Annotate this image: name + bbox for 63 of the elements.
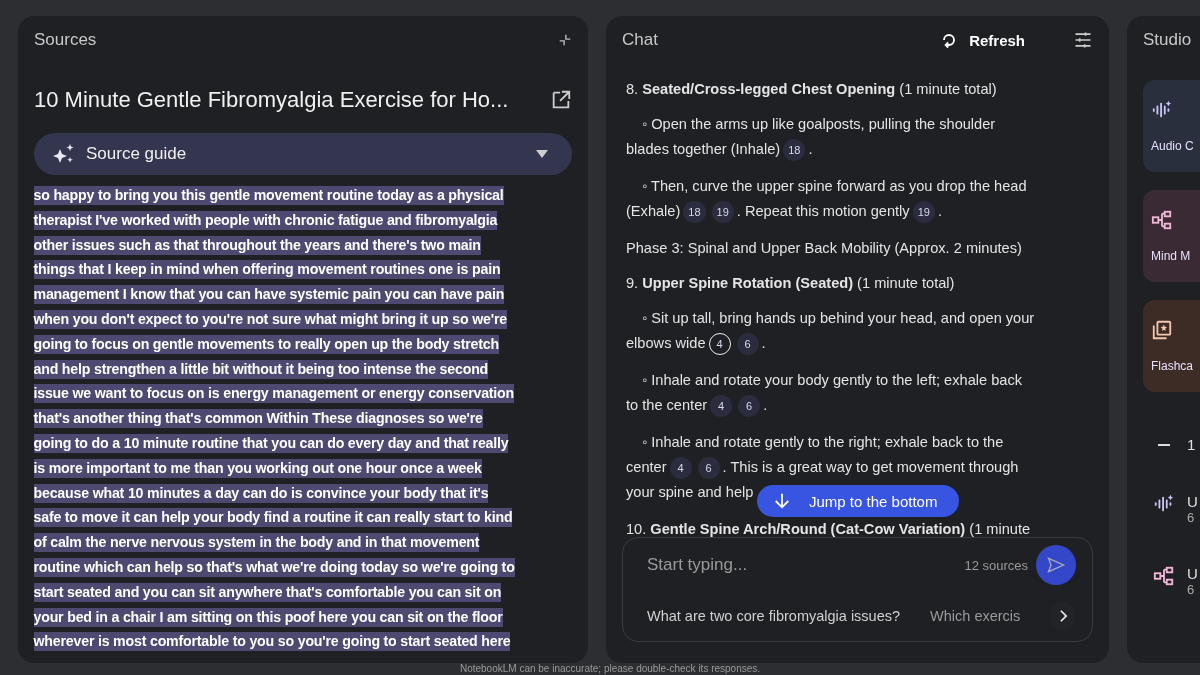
caret-icon [536, 150, 548, 158]
answer-text: . [761, 334, 766, 353]
step-heading: 8. Seated/Cross-legged Chest Opening (1 minute total) [626, 80, 998, 99]
suggestion-chip[interactable]: Which exercis [930, 608, 1021, 624]
refresh-button[interactable]: Refresh [939, 30, 1025, 50]
answer-text: . [937, 202, 942, 221]
answer-text: . Repeat this motion gently [736, 202, 910, 221]
note-title[interactable]: U [1187, 493, 1198, 510]
answer-text: ◦ Then, curve the upper spine forward as you drop the head [642, 177, 1027, 196]
studio-card[interactable]: Mind M [1143, 190, 1200, 282]
flashcards-icon [1151, 319, 1173, 341]
send-icon [1046, 555, 1066, 575]
citation-chip[interactable]: 19 [912, 200, 935, 223]
answer-text: ◦ Open the arms up like goalposts, pulling the shoulder [642, 115, 996, 134]
note-meta: 6 [1187, 582, 1196, 597]
step-heading: 9. Upper Spine Rotation (Seated) (1 minute total) [626, 274, 956, 293]
answer-text: . [763, 396, 768, 415]
collapse-icon[interactable] [558, 33, 572, 47]
citation-chip[interactable]: 18 [683, 200, 706, 223]
note-meta: 6 [1187, 510, 1196, 525]
citation-chip[interactable]: 6 [697, 456, 720, 479]
citation-chip[interactable]: 4 [669, 456, 692, 479]
source-title: 10 Minute Gentle Fibromyalgia Exercise for Ho... [34, 87, 509, 113]
citation-chip[interactable]: 6 [736, 332, 759, 355]
citation-chip[interactable]: 18 [783, 138, 806, 161]
studio-card[interactable]: Audio C [1143, 80, 1200, 172]
answer-text: your spine and help [626, 483, 754, 502]
answer-text: ◦ Inhale and rotate gently to the right; exhale back to the [642, 433, 1004, 452]
disclaimer-text: NotebookLM can be inaccurate; please double-check its responses. [458, 663, 762, 675]
answer-text: (Exhale) [626, 202, 681, 221]
chat-input-box[interactable]: Start typing... 12 sources What are two core fibromyalgia issues? Which exercis [622, 537, 1093, 642]
answer-text: . This is a great way to get movement through [722, 458, 1019, 477]
source-count: 12 sources [964, 557, 1028, 573]
panel-title: Sources [34, 30, 97, 50]
citation-chip[interactable]: 4 [710, 394, 733, 417]
chevron-right-icon [1058, 609, 1068, 623]
panel-title: Chat [622, 30, 658, 50]
open-external-icon[interactable] [550, 89, 572, 111]
send-button[interactable] [1036, 545, 1076, 585]
mind-map-icon [1153, 565, 1175, 587]
answer-text: center [626, 458, 667, 477]
mind-map-icon [1151, 209, 1173, 231]
citation-chip[interactable]: 6 [738, 394, 761, 417]
note-title[interactable]: U [1187, 565, 1198, 582]
answer-text: blades together (Inhale) [626, 140, 781, 159]
step-heading: 10. Gentle Spine Arch/Round (Cat-Cow Variation) (1 minute [626, 520, 1032, 539]
suggestion-chip[interactable]: What are two core fibromyalgia issues? [647, 608, 901, 624]
answer-text: to the center [626, 396, 708, 415]
answer-text: ◦ Sit up tall, bring hands up behind your head, and open your [642, 309, 1035, 328]
arrow-down-icon [773, 492, 791, 510]
settings-icon[interactable] [1073, 30, 1093, 50]
answer-text: . [808, 140, 813, 159]
citation-chip[interactable]: 19 [711, 200, 734, 223]
phase-heading: Phase 3: Spinal and Upper Back Mobility (Approx. 2 minutes) [626, 239, 1023, 258]
next-suggestions-button[interactable] [1050, 602, 1076, 630]
answer-text: ◦ Inhale and rotate your body gently to the left; exhale back [642, 371, 1022, 390]
chat-input[interactable]: Start typing... [647, 555, 957, 575]
source-guide-toggle[interactable]: Source guide [34, 133, 572, 175]
answer-text: elbows wide [626, 334, 706, 353]
panel-title: Studio [1143, 30, 1192, 50]
studio-card[interactable]: Flashca [1143, 300, 1200, 392]
note-title[interactable]: 1 [1187, 436, 1196, 453]
jump-to-bottom-button[interactable]: Jump to the bottom [757, 485, 960, 517]
